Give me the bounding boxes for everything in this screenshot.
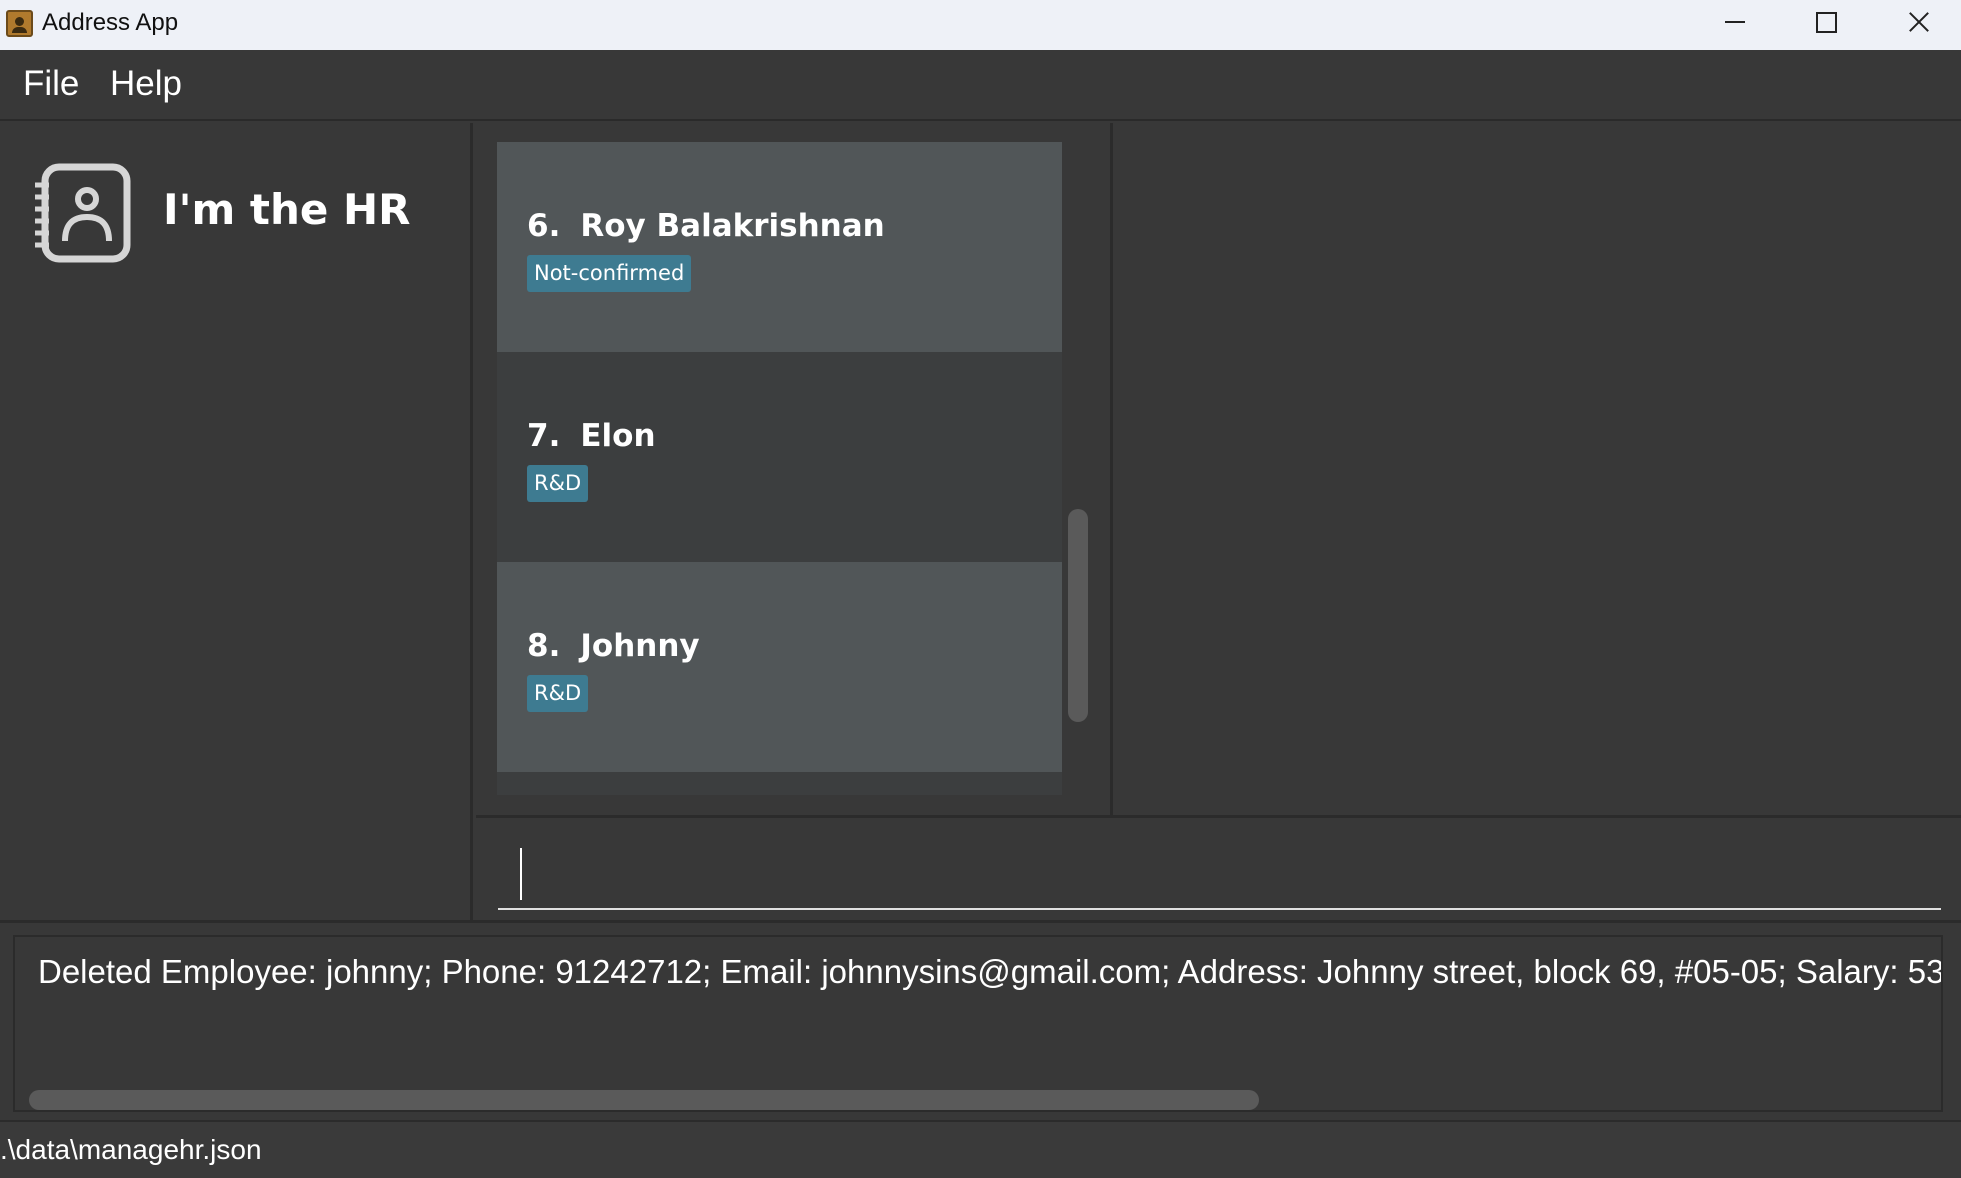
menu-file[interactable]: File: [23, 64, 79, 104]
status-bar: .\data\managehr.json: [0, 1120, 1961, 1178]
menu-help[interactable]: Help: [110, 64, 182, 104]
maximize-button[interactable]: [1778, 0, 1868, 44]
result-horizontal-scrollbar[interactable]: [29, 1090, 1259, 1110]
app-icon: [6, 10, 33, 37]
employee-name: Elon: [580, 418, 656, 454]
list-scrollbar[interactable]: [1068, 509, 1088, 722]
employee-list[interactable]: 6. Roy Balakrishnan Not-confirmed 7. Elon …: [497, 142, 1062, 795]
window-title: Address App: [42, 9, 179, 36]
command-input[interactable]: [498, 838, 1941, 910]
sidebar: I'm the HR: [0, 123, 473, 920]
employee-card[interactable]: 7. Elon R&D: [497, 352, 1062, 562]
detail-panel: [1116, 123, 1961, 815]
menu-bar: File Help: [0, 50, 1961, 121]
employee-card-partial[interactable]: [497, 772, 1062, 795]
address-book-icon: [35, 163, 131, 263]
close-button[interactable]: [1870, 0, 1960, 44]
minimize-button[interactable]: [1688, 0, 1778, 44]
employee-card[interactable]: 6. Roy Balakrishnan Not-confirmed: [497, 142, 1062, 352]
employee-name-label: 6. Roy Balakrishnan: [527, 208, 885, 244]
result-display: Deleted Employee: johnny; Phone: 9124271…: [0, 920, 1961, 1120]
employee-index: 6.: [527, 208, 561, 244]
title-bar: Address App: [0, 0, 1961, 50]
employee-index: 8.: [527, 628, 561, 664]
text-caret: [520, 848, 522, 900]
employee-card[interactable]: 8. Johnny R&D: [497, 562, 1062, 772]
employee-list-panel: 6. Roy Balakrishnan Not-confirmed 7. Elon …: [476, 123, 1113, 815]
data-file-path: .\data\managehr.json: [0, 1134, 262, 1165]
employee-tag: R&D: [527, 675, 589, 712]
employee-name: Johnny: [580, 628, 700, 664]
result-text: Deleted Employee: johnny; Phone: 9124271…: [38, 953, 1943, 990]
result-box[interactable]: Deleted Employee: johnny; Phone: 9124271…: [13, 935, 1943, 1112]
app-heading: I'm the HR: [163, 185, 411, 234]
employee-name: Roy Balakrishnan: [580, 208, 885, 244]
employee-index: 7.: [527, 418, 561, 454]
command-box: [476, 815, 1961, 920]
employee-name-label: 7. Elon: [527, 418, 656, 454]
employee-tag: R&D: [527, 465, 589, 502]
employee-tag: Not-confirmed: [527, 255, 692, 292]
employee-name-label: 8. Johnny: [527, 628, 700, 664]
